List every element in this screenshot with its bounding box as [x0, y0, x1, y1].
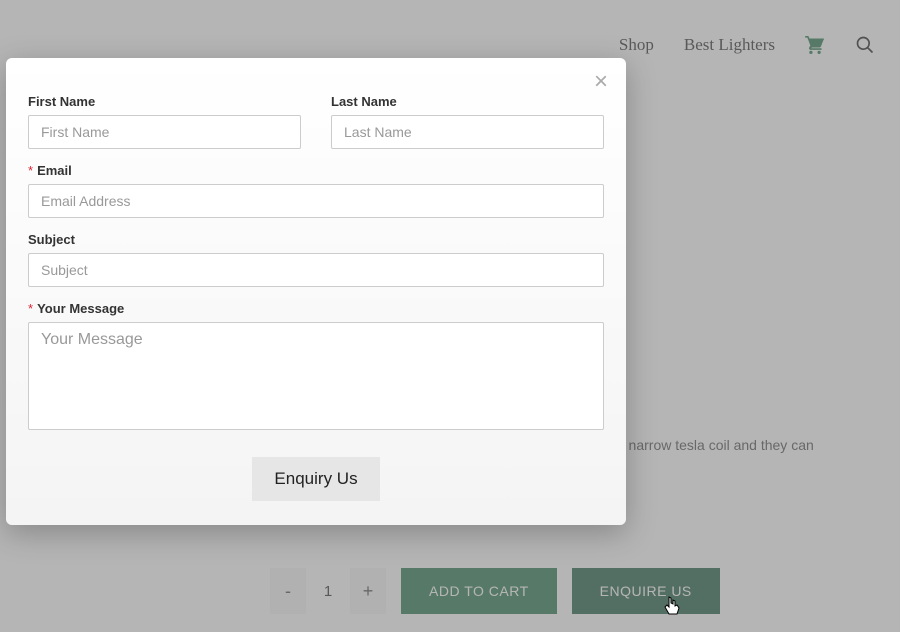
first-name-label: First Name [28, 94, 301, 109]
email-label: *Email [28, 163, 604, 178]
first-name-field-wrap: First Name [28, 94, 301, 149]
required-marker: * [28, 301, 33, 316]
message-label: *Your Message [28, 301, 604, 316]
first-name-input[interactable] [28, 115, 301, 149]
close-icon[interactable]: × [594, 70, 608, 94]
required-marker: * [28, 163, 33, 178]
message-textarea[interactable] [28, 322, 604, 430]
subject-label: Subject [28, 232, 604, 247]
enquiry-submit-button[interactable]: Enquiry Us [252, 457, 379, 501]
message-field-wrap: *Your Message [28, 301, 604, 435]
last-name-input[interactable] [331, 115, 604, 149]
subject-input[interactable] [28, 253, 604, 287]
last-name-label: Last Name [331, 94, 604, 109]
subject-field-wrap: Subject [28, 232, 604, 287]
enquiry-modal: × First Name Last Name *Email Subject [6, 58, 626, 525]
email-input[interactable] [28, 184, 604, 218]
email-field-wrap: *Email [28, 163, 604, 218]
last-name-field-wrap: Last Name [331, 94, 604, 149]
